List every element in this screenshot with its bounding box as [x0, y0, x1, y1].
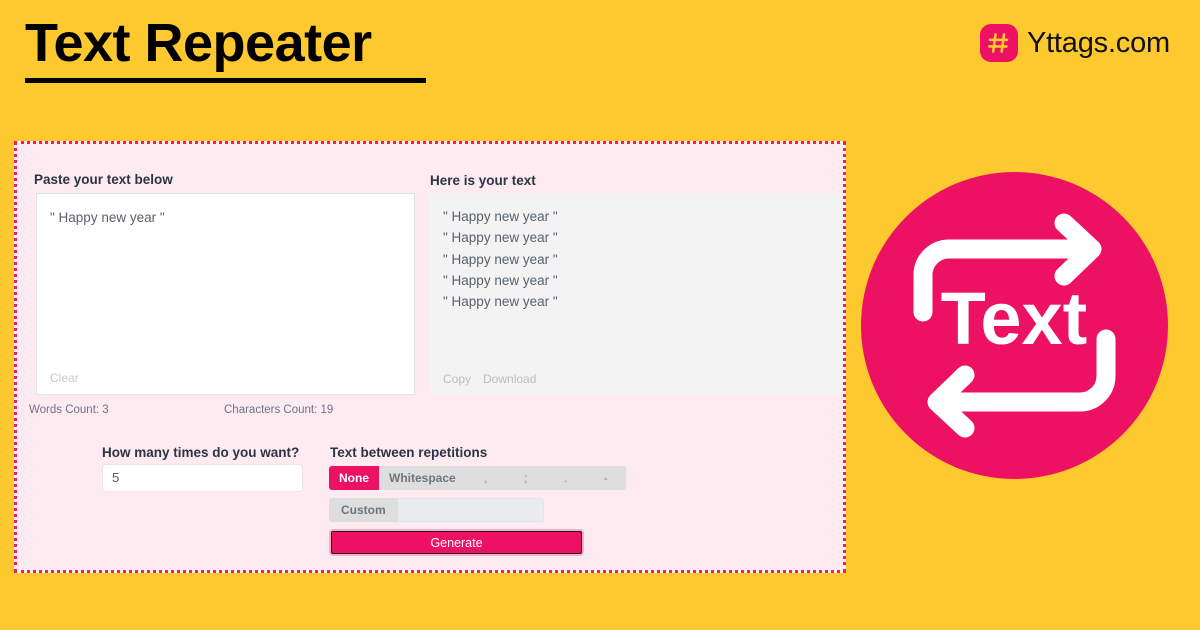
result-line: " Happy new year " — [443, 230, 558, 246]
download-button[interactable]: Download — [483, 372, 536, 386]
result-lines: " Happy new year " " Happy new year " " Ha… — [443, 206, 835, 312]
page-header: Text Repeater Yttags.com — [0, 0, 1200, 120]
graphic-center-label: Text — [941, 277, 1088, 360]
result-line: " Happy new year " — [443, 272, 558, 288]
repeat-times-label: How many times do you want? — [102, 445, 300, 460]
output-panel-label: Here is your text — [430, 173, 536, 188]
clear-button[interactable]: Clear — [50, 371, 79, 385]
input-panel-label: Paste your text below — [34, 172, 173, 187]
brand-name: Yttags.com — [1026, 26, 1170, 59]
custom-separator-input[interactable] — [397, 498, 544, 522]
separator-option-symbol[interactable]: . — [545, 466, 586, 490]
output-actions: Copy Download — [443, 372, 536, 386]
separator-option-whitespace[interactable]: Whitespace — [379, 466, 466, 490]
brand-logo-link[interactable]: Yttags.com — [979, 24, 1170, 62]
page-title: Text Repeater — [25, 13, 372, 73]
separator-label: Text between repetitions — [330, 445, 488, 460]
separator-option-none[interactable]: None — [329, 466, 379, 490]
result-output-box[interactable]: " Happy new year " " Happy new year " " Ha… — [430, 193, 843, 395]
characters-count: Characters Count: 19 — [224, 404, 334, 416]
words-count: Words Count: 3 — [29, 404, 109, 416]
separator-options: None Whitespace,;. - — [329, 466, 626, 490]
input-actions: Clear — [50, 371, 79, 385]
generate-button[interactable]: Generate — [331, 531, 582, 554]
source-text-value: " Happy new year " — [50, 210, 165, 225]
separator-option-symbol[interactable]: , — [465, 466, 506, 490]
title-underline — [25, 78, 426, 83]
custom-separator-row: Custom — [329, 498, 544, 522]
repeat-text-icon: Text — [861, 172, 1168, 479]
result-line: " Happy new year " — [443, 251, 558, 267]
custom-separator-button[interactable]: Custom — [329, 498, 398, 522]
repeat-times-input[interactable]: 5 — [102, 464, 303, 492]
result-line: " Happy new year " — [443, 209, 558, 224]
separator-option-symbol[interactable]: ; — [505, 466, 546, 490]
source-textarea[interactable]: " Happy new year " Clear — [36, 193, 415, 395]
generate-button-wrapper: Generate — [329, 529, 584, 556]
hashtag-icon — [979, 24, 1018, 62]
separator-option-symbol[interactable]: - — [585, 466, 626, 490]
copy-button[interactable]: Copy — [443, 372, 471, 386]
result-line: " Happy new year " — [443, 294, 558, 310]
